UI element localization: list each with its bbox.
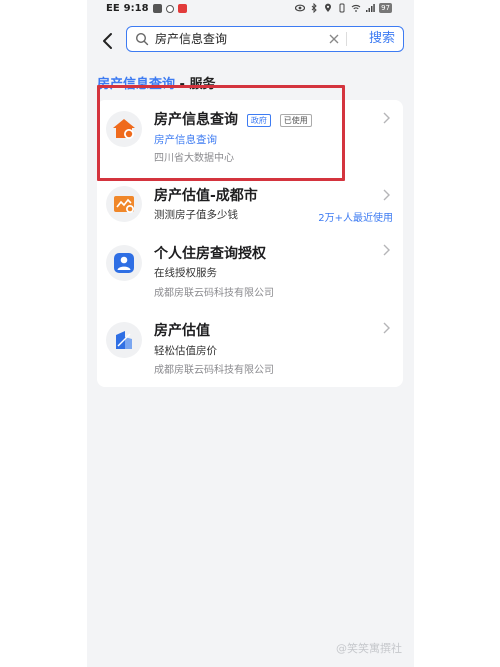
person-authorize-icon: [114, 253, 134, 273]
building-valuation-icon: [116, 331, 132, 349]
item-subtitle: 轻松估值房价: [154, 345, 217, 357]
list-item-house-valuation[interactable]: 房产估值 轻松估值房价 成都房联云码科技有限公司: [97, 318, 403, 386]
app-notification-icon: [177, 4, 187, 13]
search-button[interactable]: 搜索: [369, 30, 395, 48]
search-bar[interactable]: 房产信息查询 搜索: [126, 26, 404, 52]
status-bar: EE 9:18 97: [87, 0, 414, 20]
battery-indicator: 97: [379, 3, 392, 13]
wifi-icon: [351, 4, 361, 12]
item-icon-wrap: [106, 245, 142, 281]
message-notification-icon: [152, 4, 162, 13]
highlight-box: [97, 85, 345, 181]
watermark: @笑笑寓撰社: [336, 642, 402, 655]
search-divider: [346, 32, 347, 46]
eye-icon: [295, 4, 306, 12]
item-icon-wrap: [106, 186, 142, 222]
list-item-house-valuation-chengdu[interactable]: 房产估值-成都市 测测房子值多少钱 2万+人最近使用: [97, 180, 403, 232]
item-title: 房产估值: [154, 323, 210, 339]
item-subtitle: 在线授权服务: [154, 267, 217, 279]
carrier-label: EE: [106, 3, 120, 14]
chevron-right-icon: [383, 244, 390, 256]
item-provider: 成都房联云码科技有限公司: [154, 288, 274, 299]
item-icon-wrap: [106, 322, 142, 358]
clock: 9:18: [123, 3, 149, 14]
signal-icon: [366, 4, 375, 12]
back-arrow-icon[interactable]: [97, 30, 119, 52]
item-title: 房产估值-成都市: [154, 188, 258, 204]
whatsapp-notification-icon: [165, 4, 174, 13]
recent-users-count: 2万+人最近使用: [318, 213, 393, 224]
phone-screen: EE 9:18 97 房产信息查询 搜索 房产信息查询 - 服务 房产信息查询 …: [87, 0, 414, 667]
chevron-right-icon: [383, 322, 390, 334]
vibrate-icon: [339, 3, 345, 13]
search-input[interactable]: 房产信息查询: [155, 31, 227, 47]
search-icon: [135, 32, 149, 46]
item-provider: 成都房联云码科技有限公司: [154, 365, 274, 376]
house-valuation-icon: [114, 196, 134, 213]
list-item-personal-housing-auth[interactable]: 个人住房查询授权 在线授权服务 成都房联云码科技有限公司: [97, 240, 403, 310]
clear-icon[interactable]: [327, 32, 341, 46]
bluetooth-icon: [311, 3, 317, 13]
status-bar-left: EE 9:18: [106, 3, 187, 14]
location-icon: [325, 3, 332, 12]
chevron-right-icon: [383, 112, 390, 124]
item-title: 个人住房查询授权: [154, 246, 266, 262]
chevron-right-icon: [383, 189, 390, 201]
status-bar-right: 97: [295, 3, 392, 13]
item-subtitle: 测测房子值多少钱: [154, 209, 238, 221]
